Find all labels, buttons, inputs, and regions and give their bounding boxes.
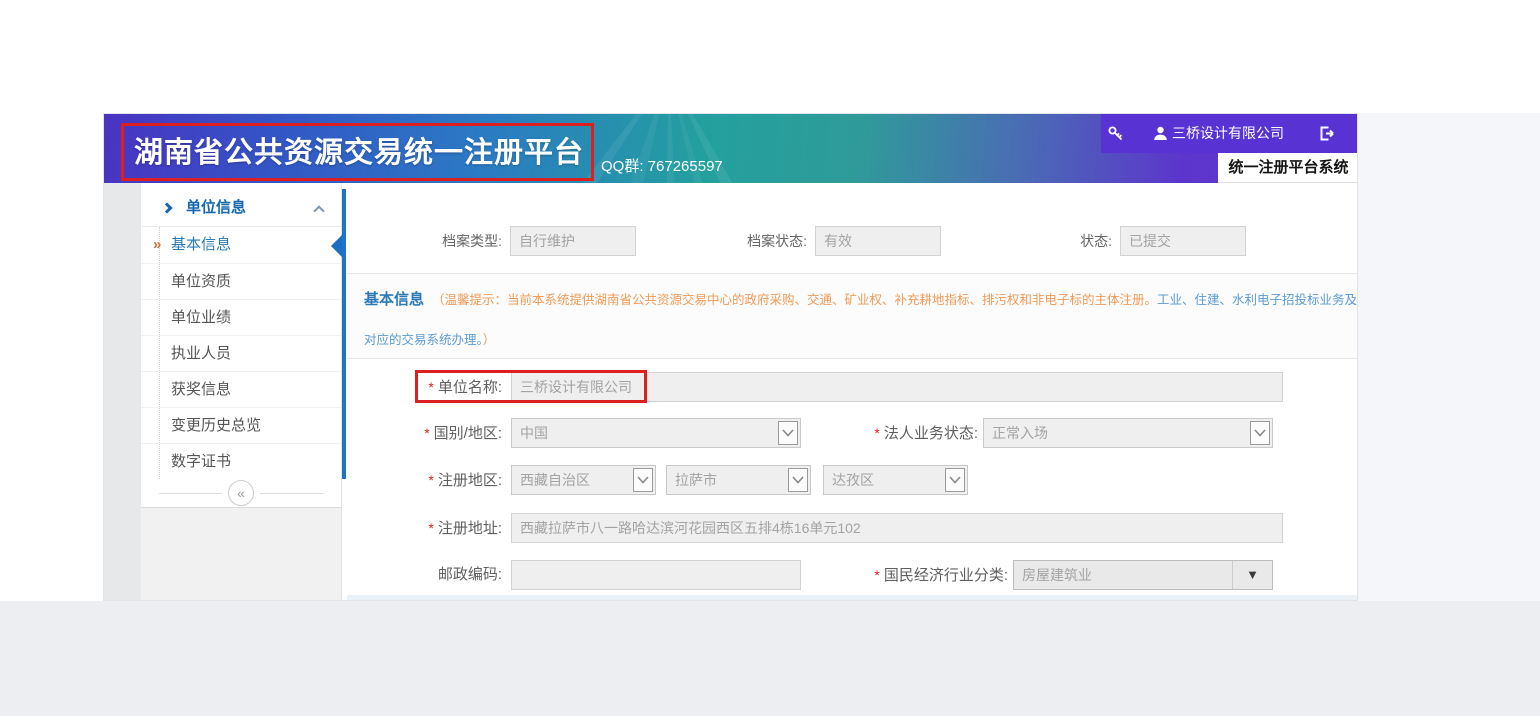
chevron-down-icon[interactable]: [1250, 421, 1270, 445]
province-select[interactable]: 西藏自治区: [511, 465, 656, 495]
sidebar-group-unit-info[interactable]: 单位信息: [141, 189, 341, 227]
sidebar-item-label: 数字证书: [171, 453, 231, 470]
sidebar-item-label: 执业人员: [171, 345, 231, 362]
required-asterisk: *: [428, 472, 433, 488]
country-select[interactable]: 中国: [511, 418, 801, 448]
divider: [260, 493, 323, 494]
sidebar-collapse-button[interactable]: «: [141, 479, 341, 507]
city-select[interactable]: 拉萨市: [666, 465, 811, 495]
postal-code-label: 邮政编码:: [347, 560, 502, 590]
industry-value: 房屋建筑业: [1022, 561, 1092, 589]
logout-icon[interactable]: [1318, 125, 1335, 142]
required-asterisk: *: [428, 520, 433, 536]
required-asterisk: *: [874, 425, 879, 441]
app-header: 湖南省公共资源交易统一注册平台 QQ群: 767265597 三桥设计有限公司 …: [104, 114, 1358, 183]
country-label: *国别/地区:: [347, 418, 502, 449]
archive-status-field[interactable]: [815, 226, 941, 256]
qq-group-label: QQ群: 767265597: [601, 155, 723, 176]
active-item-pointer-icon: [331, 235, 342, 257]
basic-info-section-header: 基本信息 （温馨提示：当前本系统提供湖南省公共资源交易中心的政府采购、交通、矿业权…: [347, 273, 1358, 359]
required-asterisk: *: [874, 567, 879, 583]
sidebar-scrollbar[interactable]: [342, 189, 346, 479]
sidebar-item-label: 基本信息: [171, 236, 231, 253]
required-asterisk: *: [428, 379, 433, 395]
reg-address-field[interactable]: [511, 513, 1283, 543]
sidebar-item-label: 获奖信息: [171, 381, 231, 398]
province-value: 西藏自治区: [520, 466, 590, 494]
legal-status-value: 正常入场: [992, 419, 1048, 447]
legal-status-label: *法人业务状态:: [778, 418, 978, 449]
unit-name-label: *单位名称:: [347, 372, 502, 403]
sidebar-item-change-history[interactable]: 变更历史总览: [141, 407, 341, 443]
archive-type-field[interactable]: [510, 226, 636, 256]
chevron-down-icon[interactable]: [945, 468, 965, 492]
app-window: 湖南省公共资源交易统一注册平台 QQ群: 767265597 三桥设计有限公司 …: [103, 113, 1358, 601]
tab-unified-registration-system[interactable]: 统一注册平台系统: [1218, 153, 1358, 183]
legal-status-select[interactable]: 正常入场: [983, 418, 1273, 448]
divider: [159, 493, 222, 494]
sidebar-item-label: 单位资质: [171, 273, 231, 290]
sidebar-empty-panel: [141, 507, 341, 601]
current-company-name[interactable]: 三桥设计有限公司: [1172, 114, 1284, 153]
sidebar-item-practitioners[interactable]: 执业人员: [141, 335, 341, 371]
archive-type-label: 档案类型:: [402, 226, 502, 256]
chevron-down-icon[interactable]: [633, 468, 653, 492]
industry-label: *国民经济行业分类:: [748, 560, 1008, 591]
archive-status-label: 档案状态:: [707, 226, 807, 256]
reg-region-label: *注册地区:: [347, 465, 502, 496]
sidebar-item-label: 变更历史总览: [171, 417, 261, 434]
tip-text-orange: （温馨提示：当前本系统提供湖南省公共资源交易中心的政府采购、交通、矿业权、补充耕…: [432, 293, 1157, 307]
section-inner: 基本信息 （温馨提示：当前本系统提供湖南省公共资源交易中心的政府采购、交通、矿业权…: [364, 280, 1358, 360]
district-select[interactable]: 达孜区: [823, 465, 968, 495]
user-icon: [1152, 125, 1169, 142]
dropdown-triangle-icon[interactable]: ▼: [1232, 561, 1272, 589]
unit-name-field[interactable]: [511, 372, 1283, 402]
industry-select[interactable]: 房屋建筑业 ▼: [1013, 560, 1273, 590]
sidebar-item-label: 单位业绩: [171, 309, 231, 326]
sidebar-item-digital-certificate[interactable]: 数字证书: [141, 443, 341, 479]
status-label: 状态:: [1012, 226, 1112, 256]
active-marker-icon: »: [153, 227, 161, 263]
page-background-bottom: [0, 601, 1540, 716]
main-content: 档案类型: 档案状态: 状态: 基本信息 （温馨提示：当前本系统提供湖南省公共资源…: [347, 183, 1358, 601]
page-title: 湖南省公共资源交易统一注册平台: [134, 126, 584, 180]
page-background-right: [1358, 113, 1540, 601]
chevron-right-icon: [161, 202, 172, 213]
reg-address-label: *注册地址:: [347, 513, 502, 544]
sidebar-item-unit-performance[interactable]: 单位业绩: [141, 299, 341, 335]
district-value: 达孜区: [832, 466, 874, 494]
next-section-edge: [347, 595, 1358, 601]
sidebar-item-basic-info[interactable]: » 基本信息: [141, 227, 341, 263]
status-field[interactable]: [1120, 226, 1246, 256]
chevron-up-icon[interactable]: [313, 205, 324, 216]
sidebar-item-unit-qualification[interactable]: 单位资质: [141, 263, 341, 299]
sidebar-item-awards[interactable]: 获奖信息: [141, 371, 341, 407]
city-value: 拉萨市: [675, 466, 717, 494]
section-title: 基本信息: [364, 291, 424, 308]
tip-text-close: ）: [483, 333, 496, 347]
required-asterisk: *: [424, 425, 429, 441]
collapse-left-icon[interactable]: «: [228, 480, 254, 506]
sidebar-group-label: 单位信息: [186, 189, 246, 227]
country-value: 中国: [520, 419, 548, 447]
key-icon[interactable]: [1107, 125, 1124, 142]
left-gutter: [104, 183, 141, 601]
chevron-down-icon[interactable]: [788, 468, 808, 492]
